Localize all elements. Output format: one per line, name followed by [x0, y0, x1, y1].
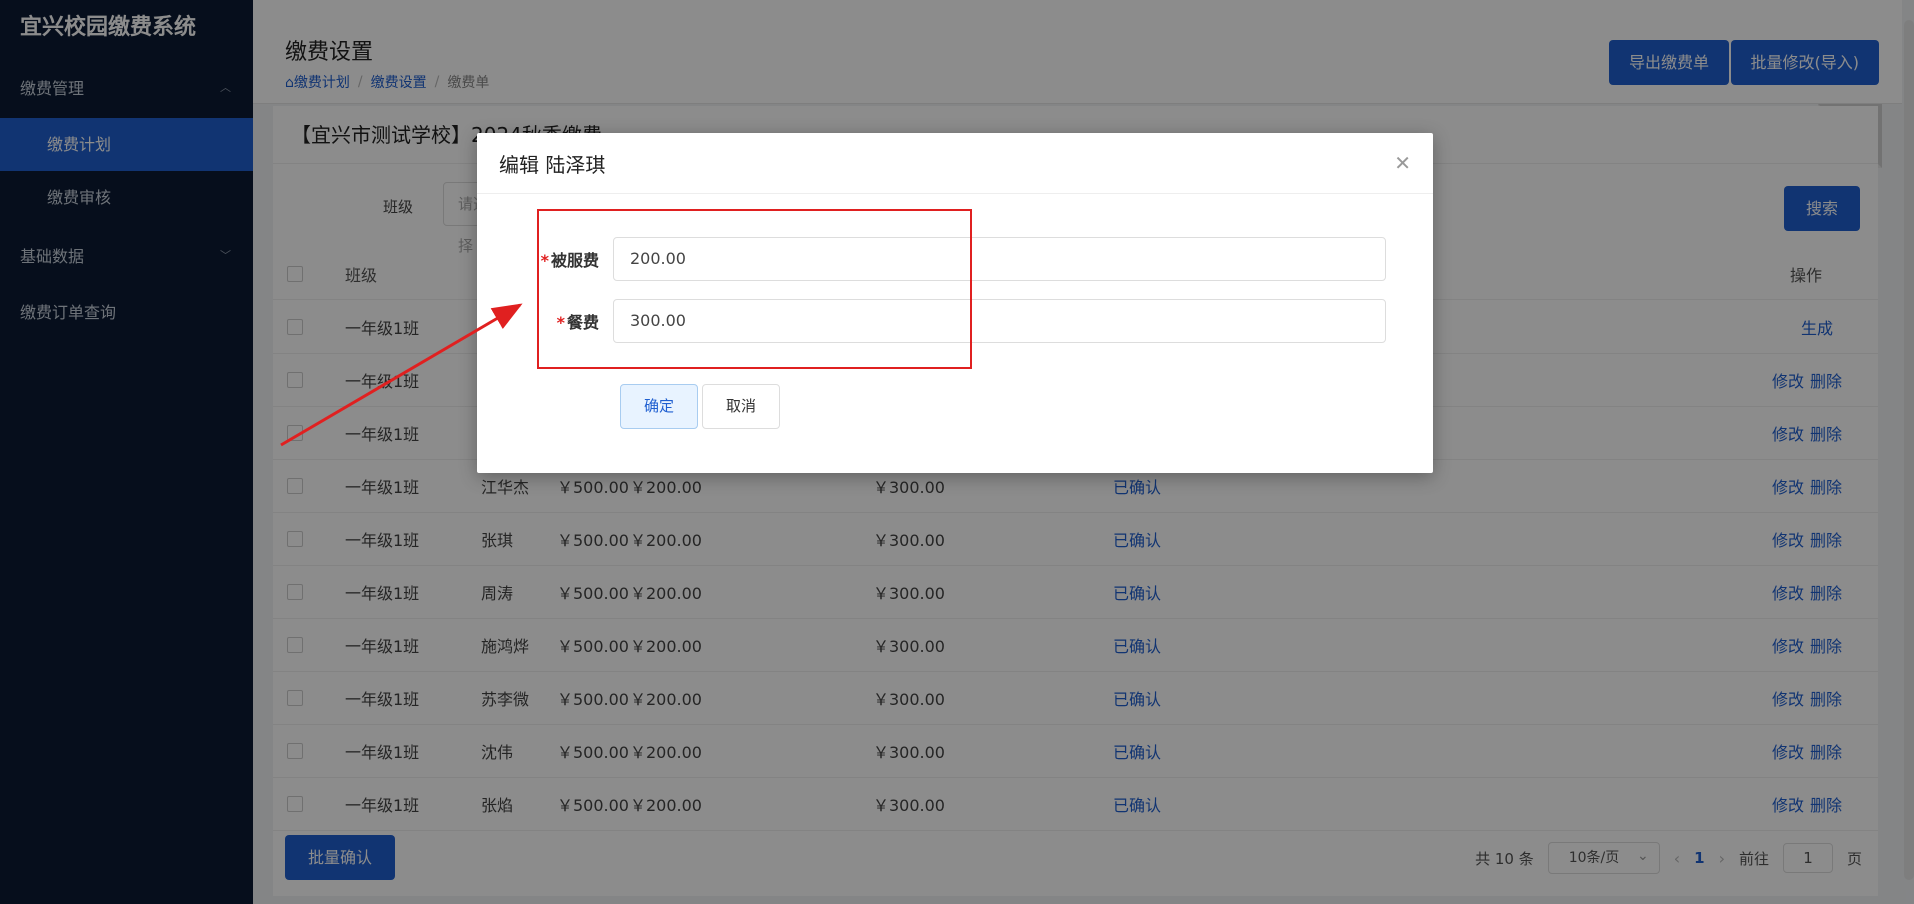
- annotation-arrow: [280, 303, 523, 447]
